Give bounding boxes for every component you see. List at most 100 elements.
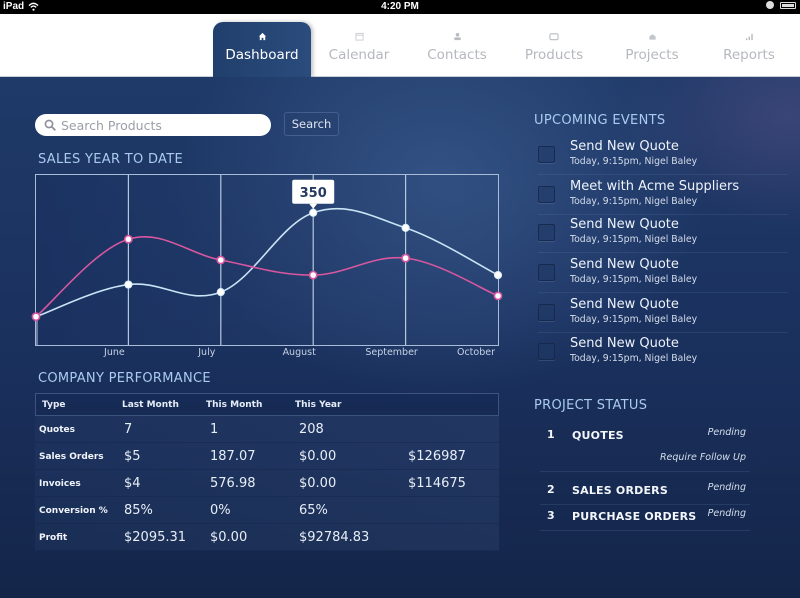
project-name: PURCHASE ORDERS — [572, 510, 697, 523]
monitor-icon — [505, 32, 603, 46]
table-header: Type Last Month This Month This Year — [35, 393, 499, 416]
divider — [538, 252, 788, 253]
project-number: 3 — [547, 509, 555, 522]
briefcase-icon — [603, 32, 701, 46]
events-title: UPCOMING EVENTS — [534, 113, 666, 128]
table-cell: $126987 — [408, 449, 466, 464]
project-status-item[interactable]: 3 PURCHASE ORDERS Pending — [540, 506, 750, 530]
project-number: 1 — [547, 428, 555, 441]
table-cell: $0.00 — [210, 530, 248, 545]
event-checkbox[interactable] — [538, 146, 555, 163]
divider — [538, 292, 788, 293]
table-cell: 576.98 — [210, 476, 256, 491]
event-title: Send New Quote — [570, 297, 679, 312]
table-cell: $2095.31 — [124, 530, 187, 545]
performance-title: COMPANY PERFORMANCE — [38, 371, 211, 386]
tab-label: Products — [524, 47, 584, 63]
table-cell: 1 — [210, 422, 219, 437]
column-header: This Year — [295, 400, 342, 410]
event-title: Send New Quote — [570, 336, 679, 351]
event-item: Send New Quote Today, 9:15pm, Nigel Baley — [538, 257, 788, 293]
bar-chart-icon — [700, 32, 798, 46]
event-checkbox[interactable] — [538, 264, 555, 281]
table-cell: $0.00 — [299, 449, 337, 464]
clock: 4:20 PM — [381, 1, 419, 12]
project-name: QUOTES — [572, 429, 624, 442]
event-subtitle: Today, 9:15pm, Nigel Baley — [570, 234, 698, 245]
row-type: Invoices — [39, 479, 81, 489]
row-type: Profit — [39, 533, 68, 543]
table-cell: $114675 — [408, 476, 466, 491]
event-checkbox[interactable] — [538, 343, 555, 360]
alarm-icon — [766, 1, 774, 9]
table-cell: 208 — [299, 422, 324, 437]
tab-contacts[interactable]: Contacts — [408, 22, 506, 77]
column-header: This Month — [206, 400, 263, 410]
table-row: Quotes 7 1 208 — [35, 416, 499, 443]
event-item: Meet with Acme Suppliers Today, 9:15pm, N… — [538, 179, 788, 215]
table-cell: $4 — [124, 476, 141, 491]
sales-title: SALES YEAR TO DATE — [38, 152, 183, 167]
event-title: Send New Quote — [570, 217, 679, 232]
table-cell: 187.07 — [210, 449, 256, 464]
project-note: Require Follow Up — [659, 452, 746, 463]
table-cell: $0.00 — [299, 476, 337, 491]
divider — [538, 332, 788, 333]
top-navigation: Dashboard Calendar Contacts Products Pro… — [0, 14, 800, 77]
event-checkbox[interactable] — [538, 304, 555, 321]
project-state: Pending — [707, 427, 746, 438]
event-subtitle: Today, 9:15pm, Nigel Baley — [570, 353, 698, 364]
status-bar: iPad 4:20 PM — [0, 0, 800, 14]
tab-dashboard[interactable]: Dashboard — [213, 22, 311, 77]
divider — [540, 530, 750, 531]
project-state: Pending — [707, 508, 746, 519]
tab-reports[interactable]: Reports — [700, 22, 798, 77]
battery-icon — [780, 1, 796, 9]
tab-projects[interactable]: Projects — [603, 22, 701, 77]
tab-label: Calendar — [328, 47, 390, 63]
divider — [540, 504, 750, 505]
person-icon — [408, 32, 506, 46]
project-status-item[interactable]: 2 SALES ORDERS Pending — [540, 480, 750, 504]
divider — [538, 174, 788, 175]
search-field[interactable] — [35, 114, 271, 136]
event-item: Send New Quote Today, 9:15pm, Nigel Baley — [538, 336, 788, 372]
row-type: Sales Orders — [39, 452, 104, 462]
project-status-title: PROJECT STATUS — [534, 398, 648, 413]
tab-calendar[interactable]: Calendar — [310, 22, 408, 77]
search-button[interactable]: Search — [284, 112, 339, 136]
tab-label: Contacts — [427, 47, 487, 63]
project-name: SALES ORDERS — [572, 484, 668, 497]
tab-products[interactable]: Products — [505, 22, 603, 77]
performance-table: Type Last Month This Month This Year Quo… — [35, 393, 499, 551]
project-status-item[interactable]: 1 QUOTES Pending — [540, 425, 750, 449]
tab-label: Reports — [723, 47, 775, 63]
search-input[interactable] — [61, 117, 261, 133]
event-subtitle: Today, 9:15pm, Nigel Baley — [570, 314, 698, 325]
event-item: Send New Quote Today, 9:15pm, Nigel Baley — [538, 139, 788, 175]
column-header: Last Month — [122, 400, 179, 410]
table-cell: $5 — [124, 449, 141, 464]
table-cell: 7 — [124, 422, 133, 437]
event-item: Send New Quote Today, 9:15pm, Nigel Baley — [538, 297, 788, 333]
project-number: 2 — [547, 483, 555, 496]
event-subtitle: Today, 9:15pm, Nigel Baley — [570, 196, 698, 207]
event-item: Send New Quote Today, 9:15pm, Nigel Baley — [538, 217, 788, 253]
event-subtitle: Today, 9:15pm, Nigel Baley — [570, 156, 698, 167]
table-cell: $92784.83 — [299, 530, 370, 545]
tab-label: Projects — [625, 47, 679, 63]
row-type: Conversion % — [39, 506, 108, 516]
project-state: Pending — [707, 482, 746, 493]
table-row: Invoices $4 576.98 $0.00 $114675 — [35, 470, 499, 497]
table-row: Conversion % 85% 0% 65% — [35, 497, 499, 524]
event-subtitle: Today, 9:15pm, Nigel Baley — [570, 274, 698, 285]
event-title: Send New Quote — [570, 257, 679, 272]
row-type: Quotes — [39, 425, 76, 435]
event-title: Send New Quote — [570, 139, 679, 154]
table-row: Profit $2095.31 $0.00 $92784.83 — [35, 524, 499, 551]
event-title: Meet with Acme Suppliers — [570, 179, 740, 194]
column-header: Type — [42, 400, 66, 410]
event-checkbox[interactable] — [538, 186, 555, 203]
divider — [540, 471, 750, 472]
event-checkbox[interactable] — [538, 224, 555, 241]
